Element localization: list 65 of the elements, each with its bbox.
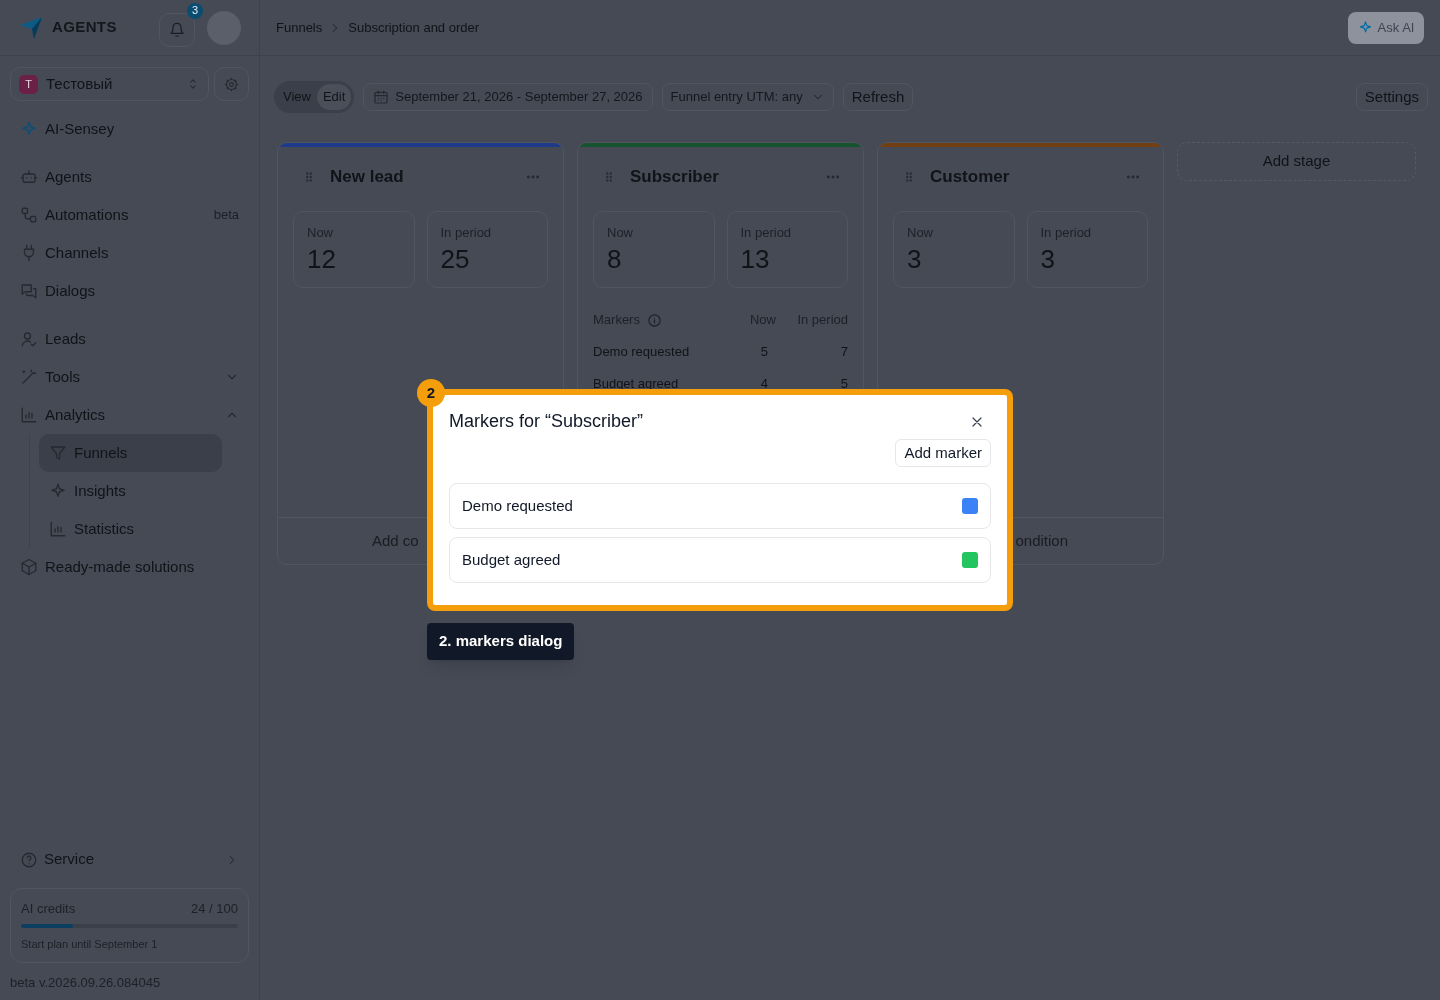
settings-icon bbox=[224, 76, 239, 92]
funnel-icon bbox=[49, 444, 67, 462]
cube-icon bbox=[20, 558, 38, 576]
sparkle-icon bbox=[20, 120, 38, 138]
sidebar-item[interactable]: Ready-made solutions bbox=[10, 548, 249, 586]
info-icon bbox=[646, 312, 662, 328]
mode-tab[interactable]: Edit bbox=[316, 84, 352, 110]
breadcrumb-link[interactable]: Funnels bbox=[276, 17, 323, 38]
marker-row[interactable]: Budget agreed bbox=[449, 537, 991, 583]
help-icon bbox=[20, 850, 38, 869]
stat-value: 8 bbox=[607, 242, 623, 275]
dialog-title: Markers for “Subscriber” bbox=[449, 410, 644, 433]
settings-button[interactable] bbox=[214, 67, 249, 101]
bar-chart-icon bbox=[20, 406, 38, 424]
workspace-avatar: T bbox=[19, 74, 38, 94]
marker-now: 5 bbox=[759, 343, 769, 362]
sidebar-item[interactable]: Channels bbox=[10, 234, 249, 272]
stage-title: New lead bbox=[330, 166, 404, 189]
sidebar-item[interactable]: Agents bbox=[10, 158, 249, 196]
sidebar-item[interactable]: Insights bbox=[39, 472, 222, 510]
sidebar-item[interactable]: Tools bbox=[10, 358, 249, 396]
sidebar-item[interactable]: Analytics bbox=[10, 396, 249, 434]
add-stage-button[interactable]: Add stage bbox=[1177, 142, 1416, 181]
stat-value: 3 bbox=[907, 242, 923, 275]
sidebar-item[interactable]: AI-Sensey bbox=[10, 110, 249, 148]
refresh-button[interactable]: Refresh bbox=[842, 83, 914, 111]
marker-name: Budget agreed bbox=[593, 375, 679, 394]
stat-value: 13 bbox=[740, 242, 771, 275]
sparkle-icon bbox=[1357, 20, 1373, 35]
marker-period: 7 bbox=[839, 343, 848, 362]
settings-button[interactable]: Settings bbox=[1355, 83, 1428, 111]
workspace-select[interactable]: T Тестовый bbox=[10, 67, 209, 101]
marker-name: Demo requested bbox=[593, 343, 690, 362]
sidebar-item[interactable]: Statistics bbox=[39, 510, 222, 548]
annotation-tooltip: 2. markers dialog bbox=[427, 623, 575, 660]
robot-icon bbox=[20, 168, 38, 186]
bar-chart-icon bbox=[49, 520, 67, 538]
utm-filter-dropdown[interactable]: Funnel entry UTM: any bbox=[661, 83, 834, 111]
marker-row[interactable]: Demo requested bbox=[449, 483, 991, 529]
brand-name: AGENTS bbox=[52, 17, 117, 38]
workspace-name: Тестовый bbox=[46, 73, 113, 94]
stat-value: 3 bbox=[1040, 242, 1056, 275]
service-item[interactable]: Service bbox=[10, 840, 249, 879]
ask-ai-button[interactable]: Ask AI bbox=[1348, 11, 1424, 44]
notification-badge: 3 bbox=[187, 2, 203, 19]
chat-icon bbox=[20, 282, 38, 300]
date-range-button[interactable]: September 21, 2026 - September 27, 2026 bbox=[363, 83, 653, 111]
stat-value: 25 bbox=[440, 242, 471, 275]
nodes-icon bbox=[20, 206, 38, 224]
bell-icon bbox=[169, 21, 185, 38]
stage-title: Subscriber bbox=[630, 166, 719, 189]
sidebar-item[interactable]: Dialogs bbox=[10, 272, 249, 310]
user-icon bbox=[20, 330, 38, 348]
calendar-icon bbox=[373, 89, 390, 105]
breadcrumb-link[interactable]: Subscription and order bbox=[348, 17, 480, 38]
marker-now: 4 bbox=[759, 375, 769, 394]
stat-value: 12 bbox=[307, 242, 337, 275]
marker-period: 5 bbox=[839, 375, 848, 394]
wand-icon bbox=[20, 368, 38, 386]
sparkle-icon bbox=[49, 482, 67, 500]
sidebar-item[interactable]: Leads bbox=[10, 320, 249, 358]
logo-icon bbox=[18, 14, 44, 41]
add-marker-button[interactable]: Add marker bbox=[895, 439, 991, 467]
annotation-badge: 2 bbox=[417, 379, 445, 407]
stage-title: Customer bbox=[930, 166, 1010, 189]
